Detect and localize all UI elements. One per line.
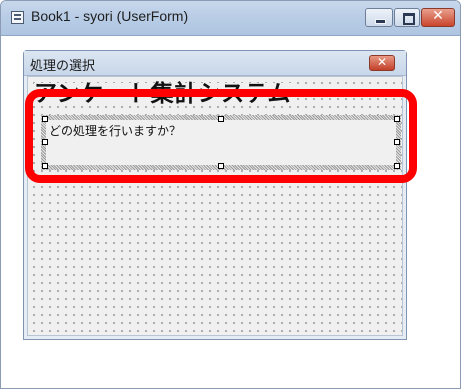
red-highlight-annotation: [25, 89, 417, 183]
maximize-icon: [403, 13, 415, 25]
window-title: Book1 - syori (UserForm): [31, 8, 189, 24]
close-button[interactable]: ✕: [421, 8, 455, 27]
window-titlebar[interactable]: Book1 - syori (UserForm) ✕: [1, 1, 460, 36]
userform-titlebar[interactable]: 処理の選択 ✕: [24, 51, 406, 76]
userform-close-button[interactable]: ✕: [369, 55, 395, 71]
minimize-icon: [375, 19, 386, 24]
maximize-button[interactable]: [394, 8, 420, 27]
userform-caption: 処理の選択: [30, 59, 96, 74]
userform-window-icon[interactable]: [11, 11, 24, 24]
close-icon: ✕: [376, 55, 388, 69]
close-icon: ✕: [432, 8, 444, 24]
minimize-button[interactable]: [365, 8, 393, 27]
vbe-userform-window: Book1 - syori (UserForm) ✕ 処理の選択 ✕: [0, 0, 461, 389]
